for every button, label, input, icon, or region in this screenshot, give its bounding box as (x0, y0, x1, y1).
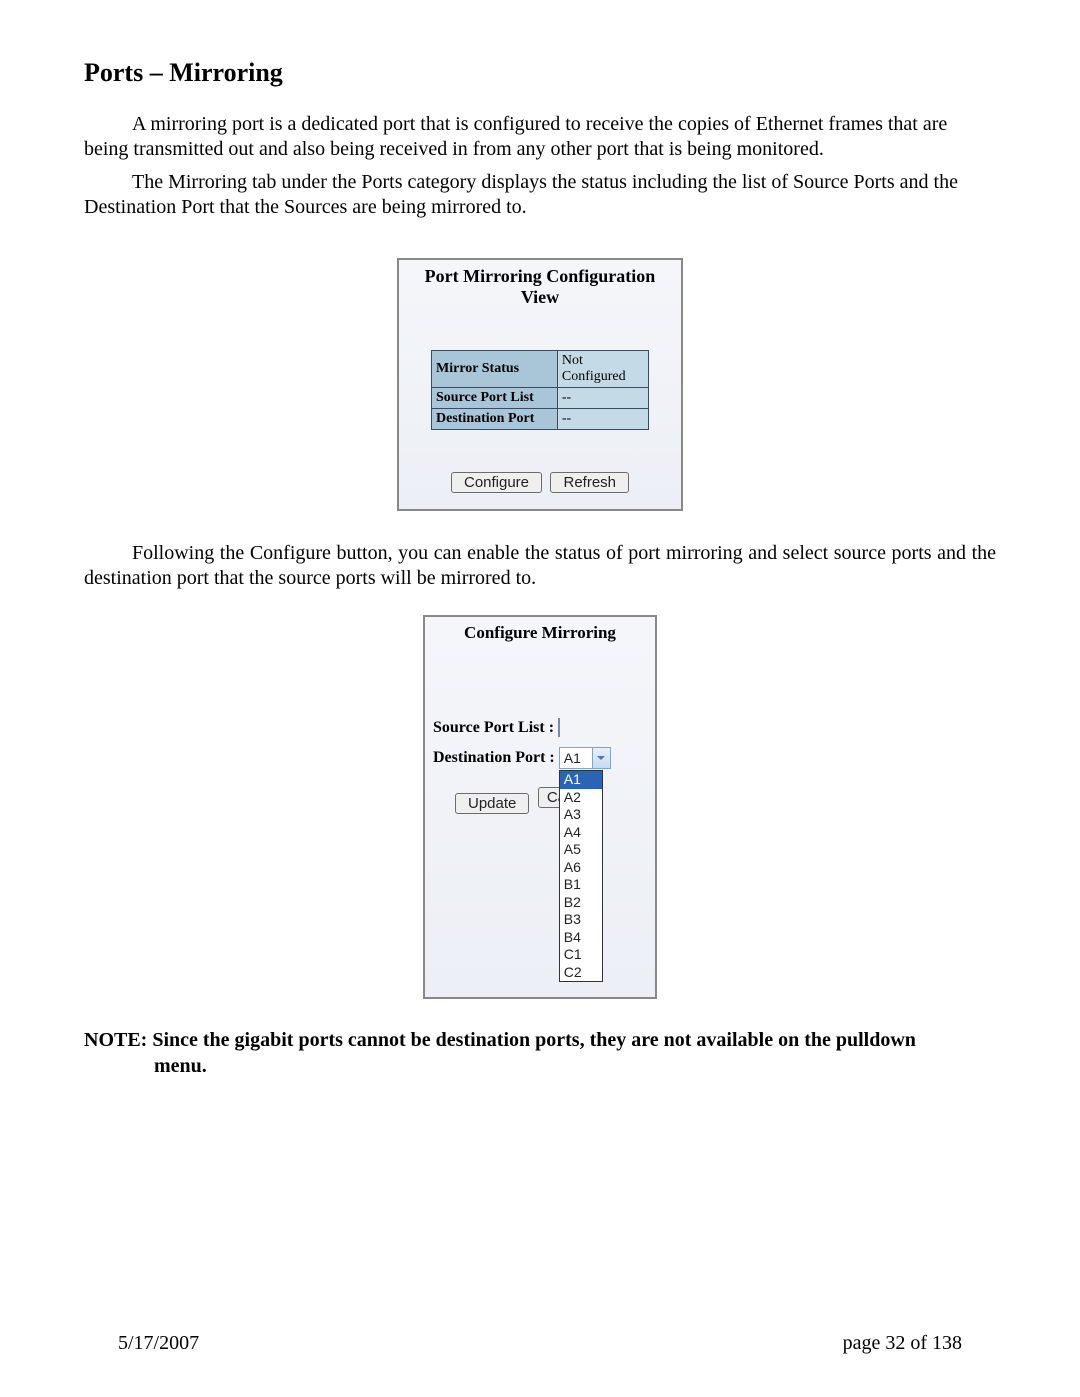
panel1-title: Port Mirroring Configuration View (407, 266, 673, 308)
table-row: Destination Port -- (432, 409, 649, 430)
destination-port-select[interactable]: A1 A1A2A3A4A5A6B1B2B3B4C1C2 (559, 747, 611, 769)
destination-port-option[interactable]: C1 (560, 946, 602, 964)
destination-port-option[interactable]: A2 (560, 789, 602, 807)
destination-port-option[interactable]: B2 (560, 894, 602, 912)
destination-port-label: Destination Port (432, 409, 558, 430)
panel2-title: Configure Mirroring (433, 623, 647, 643)
page-title: Ports – Mirroring (84, 58, 996, 88)
destination-port-option[interactable]: B1 (560, 876, 602, 894)
intro-paragraph-2: The Mirroring tab under the Ports catego… (84, 170, 996, 220)
destination-port-option[interactable]: A6 (560, 859, 602, 877)
source-port-list-label: Source Port List (432, 388, 558, 409)
table-row: Mirror Status Not Configured (432, 351, 649, 388)
destination-port-options-list[interactable]: A1A2A3A4A5A6B1B2B3B4C1C2 (559, 770, 603, 982)
source-port-list-input[interactable] (558, 718, 560, 737)
mirror-status-label: Mirror Status (432, 351, 558, 388)
destination-port-field-label: Destination Port : (433, 749, 555, 767)
port-mirroring-view-panel: Port Mirroring Configuration View Mirror… (397, 258, 683, 511)
destination-port-option[interactable]: B3 (560, 911, 602, 929)
configure-button[interactable]: Configure (451, 472, 542, 493)
configure-mirroring-panel: Configure Mirroring Source Port List : D… (423, 615, 657, 999)
destination-port-option[interactable]: A4 (560, 824, 602, 842)
intro-paragraph-1: A mirroring port is a dedicated port tha… (84, 112, 996, 162)
page-footer: 5/17/2007 page 32 of 138 (0, 1332, 1080, 1355)
refresh-button[interactable]: Refresh (550, 472, 629, 493)
destination-port-selected-value: A1 (560, 750, 581, 766)
update-button[interactable]: Update (455, 793, 529, 814)
status-table: Mirror Status Not Configured Source Port… (431, 350, 649, 430)
destination-port-option[interactable]: B4 (560, 929, 602, 947)
source-port-list-field-label: Source Port List : (433, 719, 554, 737)
mirror-status-value: Not Configured (557, 351, 648, 388)
destination-port-value: -- (557, 409, 648, 430)
table-row: Source Port List -- (432, 388, 649, 409)
chevron-down-icon[interactable] (592, 748, 610, 768)
footer-page: page 32 of 138 (843, 1332, 962, 1355)
source-port-list-value: -- (557, 388, 648, 409)
footer-date: 5/17/2007 (118, 1332, 199, 1355)
mid-paragraph: Following the Configure button, you can … (84, 541, 996, 591)
destination-port-option[interactable]: A3 (560, 806, 602, 824)
note-text: NOTE: Since the gigabit ports cannot be … (84, 1027, 996, 1079)
destination-port-option[interactable]: C2 (560, 964, 602, 982)
destination-port-option[interactable]: A1 (560, 771, 602, 789)
destination-port-option[interactable]: A5 (560, 841, 602, 859)
